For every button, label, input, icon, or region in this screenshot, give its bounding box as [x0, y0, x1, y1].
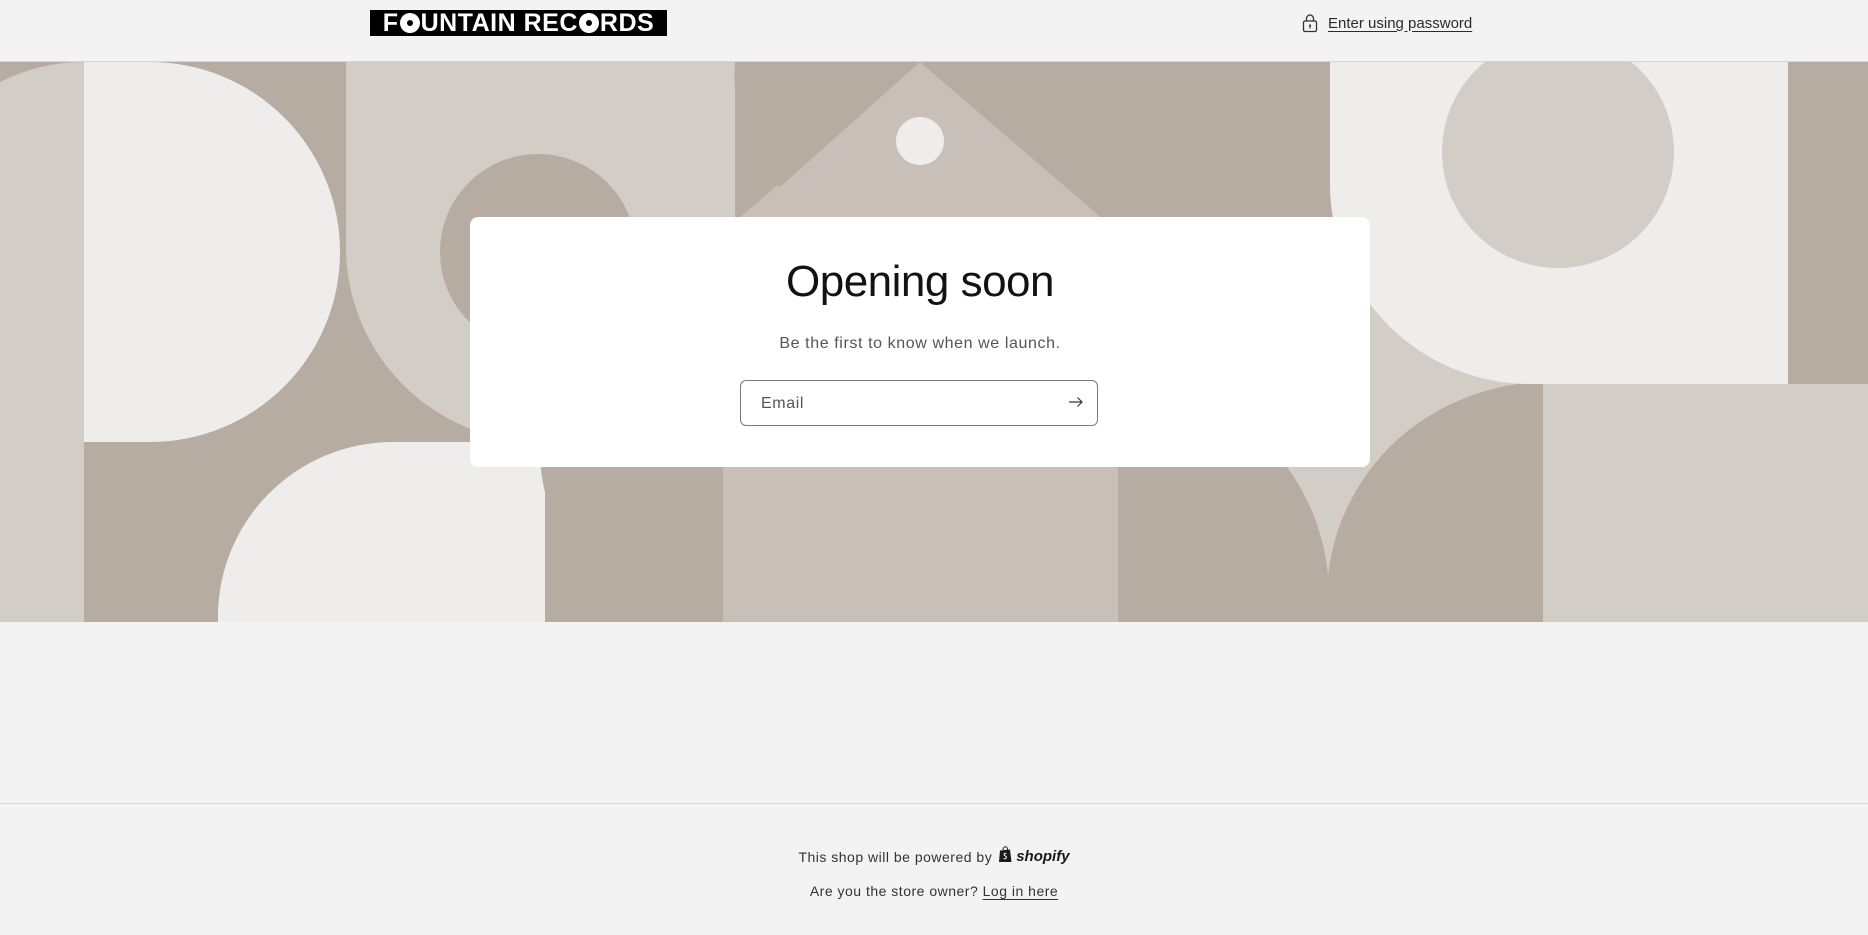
header: F UNTAIN REC RDS Enter using password: [0, 0, 1868, 62]
powered-by-text: This shop will be powered by: [798, 848, 993, 865]
shopify-bag-icon: [998, 846, 1013, 867]
enter-password-link[interactable]: Enter using password: [1302, 12, 1472, 34]
vinyl-record-icon: [578, 13, 599, 33]
page-title: Opening soon: [786, 257, 1055, 306]
log-in-link[interactable]: Log in here: [983, 883, 1059, 899]
email-field-wrapper: [740, 380, 1098, 427]
enter-password-label: Enter using password: [1328, 14, 1473, 32]
shopify-logo[interactable]: shopify: [998, 846, 1070, 867]
newsletter-card: Opening soon Be the first to know when w…: [470, 217, 1370, 467]
shopify-wordmark: shopify: [1016, 848, 1070, 865]
powered-by: This shop will be powered by shopify: [0, 846, 1868, 867]
email-input[interactable]: [759, 381, 1053, 427]
store-owner-text: Are you the store owner?: [809, 883, 979, 899]
store-owner-line: Are you the store owner? Log in here: [0, 883, 1868, 899]
lock-icon: [1302, 13, 1318, 33]
store-logo[interactable]: F UNTAIN REC RDS: [370, 10, 667, 36]
page-subtitle: Be the first to know when we launch.: [779, 335, 1061, 352]
password-page: F UNTAIN REC RDS Enter using password Op…: [0, 0, 1868, 935]
arrow-right-icon: [1068, 396, 1084, 411]
vinyl-record-icon: [399, 13, 420, 33]
subscribe-button[interactable]: [1061, 388, 1091, 418]
footer: This shop will be powered by shopify Are…: [0, 803, 1868, 935]
